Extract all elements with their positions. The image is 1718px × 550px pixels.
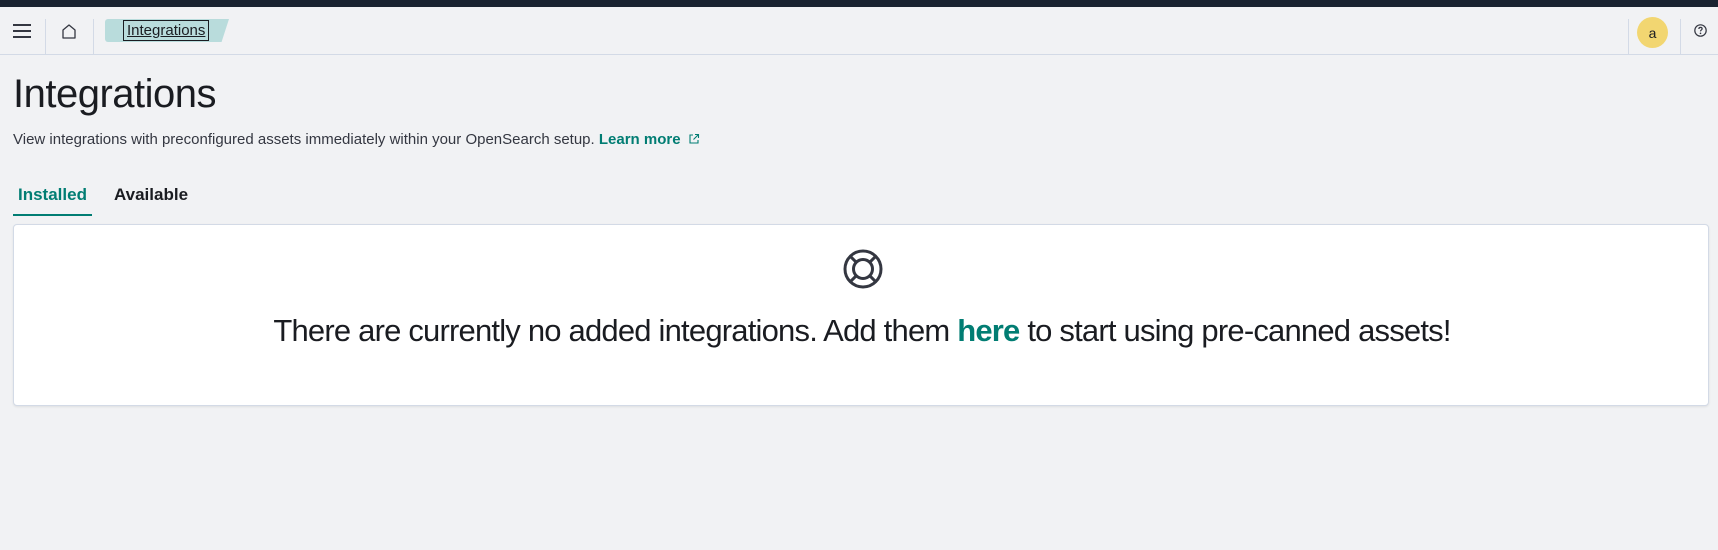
header-divider <box>1680 19 1681 55</box>
home-icon <box>62 23 76 39</box>
avatar[interactable]: a <box>1637 17 1668 48</box>
learn-more-label: Learn more <box>598 131 681 148</box>
lifebuoy-icon <box>843 249 883 289</box>
description-text: View integrations with preconfigured ass… <box>13 131 595 148</box>
empty-state-message: There are currently no added integration… <box>14 313 1710 349</box>
page-description: View integrations with preconfigured ass… <box>13 131 700 148</box>
tab-available[interactable]: Available <box>109 183 193 216</box>
external-link-icon <box>689 133 699 144</box>
help-icon <box>1693 24 1707 37</box>
tab-installed[interactable]: Installed <box>13 183 92 216</box>
top-strip <box>0 0 1718 7</box>
home-button[interactable] <box>47 7 91 54</box>
menu-icon <box>13 23 31 38</box>
help-button[interactable] <box>1682 7 1718 54</box>
header-divider <box>1628 19 1629 55</box>
header-divider <box>45 19 46 55</box>
menu-button[interactable] <box>0 7 44 54</box>
breadcrumb-integrations[interactable]: Integrations <box>123 20 210 41</box>
empty-state-text-before: There are currently no added integration… <box>273 313 958 348</box>
empty-state-panel: There are currently no added integration… <box>13 224 1709 406</box>
page-title: Integrations <box>13 72 217 116</box>
learn-more-link[interactable]: Learn more <box>599 131 700 148</box>
header-divider <box>93 19 94 55</box>
add-integrations-link[interactable]: here <box>957 313 1020 348</box>
header-bar: Integrations a <box>0 7 1718 55</box>
empty-state-text-after: to start using pre-canned assets! <box>1019 313 1451 348</box>
